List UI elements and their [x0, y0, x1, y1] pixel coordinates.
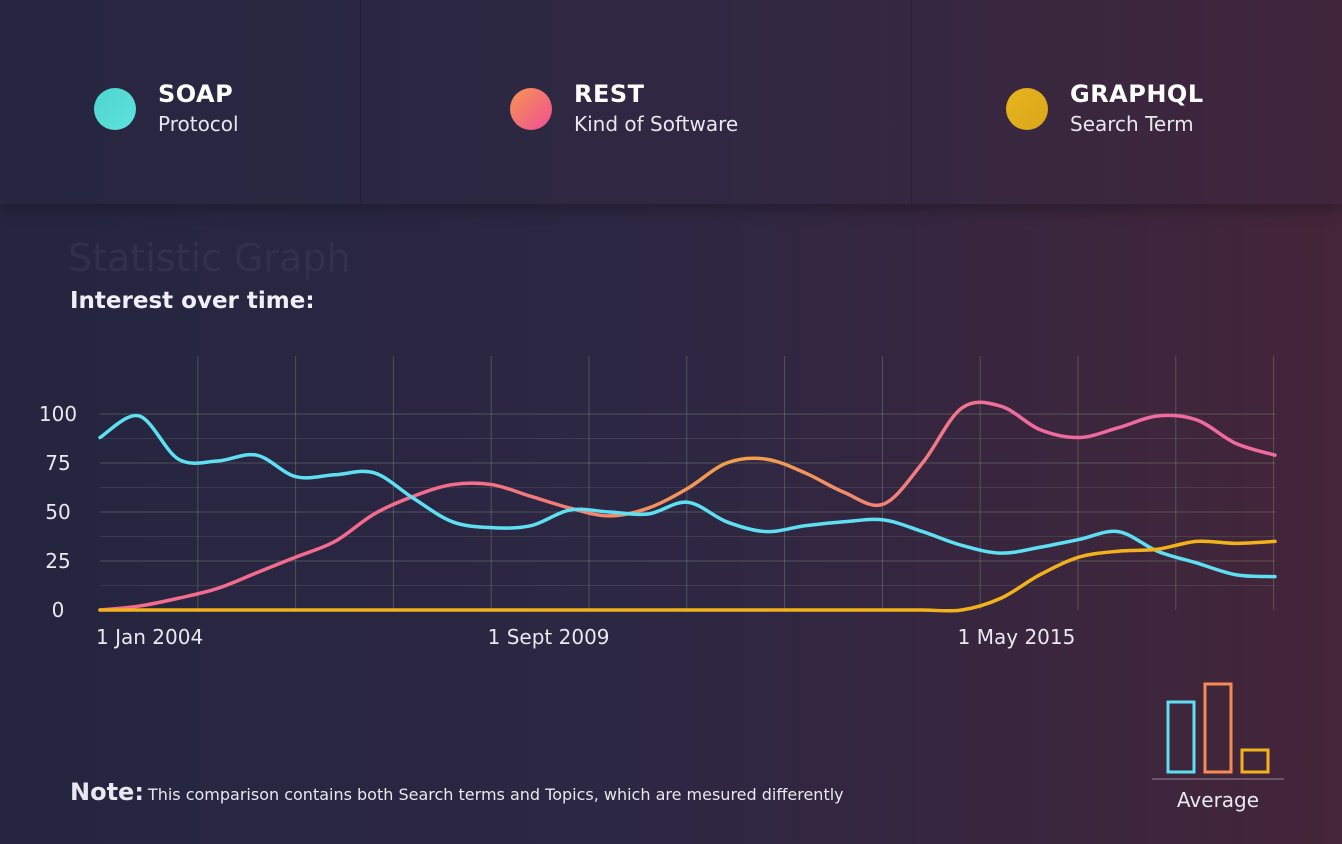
x-tick-label: 1 Sept 2009 — [488, 625, 610, 649]
x-tick-label: 1 May 2015 — [958, 625, 1076, 649]
series-line-rest — [98, 400, 1277, 612]
x-tick-label: 1 Jan 2004 — [96, 625, 203, 649]
average-bar-graphql — [1240, 748, 1270, 774]
series-line-graphql — [98, 539, 1277, 613]
note: Note: This comparison contains both Searc… — [70, 778, 844, 806]
note-label: Note: — [70, 778, 144, 806]
average-label: Average — [1176, 788, 1260, 812]
average-bar-rest — [1203, 682, 1233, 774]
y-tick-label: 0 — [52, 598, 65, 622]
y-tick-label: 100 — [39, 402, 77, 426]
y-tick-label: 50 — [45, 500, 70, 524]
y-tick-label: 25 — [45, 549, 70, 573]
note-text: This comparison contains both Search ter… — [147, 785, 844, 804]
y-tick-label: 75 — [45, 451, 70, 475]
interest-chart: 0 25 50 75 100 1 Jan 2004 1 Sept 2009 1 May 201… — [39, 356, 1284, 780]
average-bar-soap — [1166, 700, 1196, 774]
